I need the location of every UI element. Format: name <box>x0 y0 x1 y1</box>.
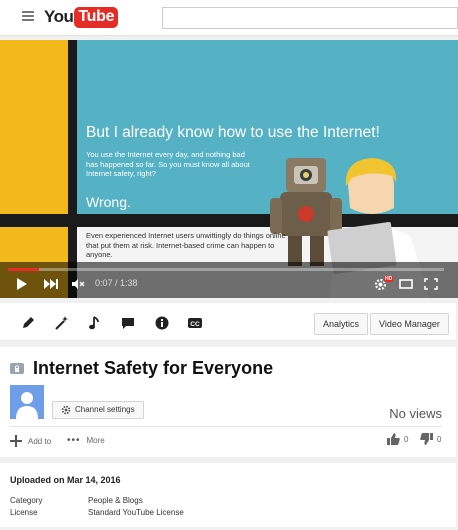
search-input[interactable] <box>162 7 458 29</box>
category-value[interactable]: People & Blogs <box>88 496 143 505</box>
more-dots-icon: ••• <box>67 435 81 446</box>
fullscreen-icon[interactable] <box>424 278 438 290</box>
more-button[interactable]: ••• More <box>67 435 105 446</box>
channel-settings-button[interactable]: Channel settings <box>52 401 144 419</box>
masthead: You Tube <box>0 0 458 36</box>
upload-date: Uploaded on Mar 14, 2016 <box>10 475 121 485</box>
plus-icon <box>10 435 22 447</box>
gear-icon <box>61 405 71 415</box>
pencil-icon[interactable] <box>20 315 36 331</box>
logo-tube-text: Tube <box>74 6 119 28</box>
license-label: License <box>10 508 38 517</box>
slide-heading: But I already know how to use the Intern… <box>86 124 380 141</box>
dislike-count: 0 <box>437 434 442 444</box>
logo-you-text: You <box>44 7 74 26</box>
dislike-button[interactable]: 0 <box>420 433 441 445</box>
yellow-panel-top <box>0 40 68 214</box>
divider <box>10 426 442 427</box>
like-count: 0 <box>404 434 409 444</box>
video-frame: But I already know how to use the Intern… <box>0 40 458 298</box>
video-player[interactable]: But I already know how to use the Intern… <box>0 40 458 298</box>
youtube-logo[interactable]: You Tube <box>44 6 119 28</box>
comment-icon[interactable] <box>120 315 136 331</box>
theater-mode-icon[interactable] <box>399 279 413 289</box>
slide-answer: Wrong. <box>86 194 131 210</box>
video-manager-button[interactable]: Video Manager <box>370 313 449 335</box>
guide-menu-icon[interactable] <box>22 11 34 21</box>
svg-text:CC: CC <box>190 321 200 328</box>
add-to-label: Add to <box>28 436 52 446</box>
view-count: No views <box>389 406 442 421</box>
analytics-button[interactable]: Analytics <box>314 313 369 335</box>
like-button[interactable]: 0 <box>387 433 408 445</box>
music-note-icon[interactable] <box>87 315 103 331</box>
license-value: Standard YouTube License <box>88 508 184 517</box>
slide-body: You use the Internet every day, and noth… <box>86 150 250 178</box>
more-label: More <box>86 436 105 445</box>
description-card: Uploaded on Mar 14, 2016 Category People… <box>0 463 456 527</box>
slide-footer: Even experienced Internet users unwittin… <box>86 231 286 259</box>
thumbs-up-icon <box>387 433 400 445</box>
privacy-lock-icon[interactable] <box>10 363 24 374</box>
time-display: 0:07 / 1:38 <box>95 278 138 288</box>
creator-toolbar: CC Analytics Video Manager <box>0 303 456 341</box>
video-title: Internet Safety for Everyone <box>33 358 274 378</box>
mute-icon[interactable] <box>72 279 86 289</box>
cc-icon[interactable]: CC <box>187 315 203 331</box>
progress-bar[interactable] <box>8 268 444 271</box>
thumbs-down-icon <box>420 433 433 445</box>
add-to-button[interactable]: Add to <box>10 435 51 447</box>
hd-badge: HD <box>384 276 394 282</box>
category-label: Category <box>10 496 43 505</box>
video-info-card: Internet Safety for Everyone Channel set… <box>0 347 456 457</box>
progress-fill <box>8 268 40 271</box>
magic-wand-icon[interactable] <box>53 315 69 331</box>
info-icon[interactable] <box>154 315 170 331</box>
next-icon[interactable] <box>44 279 58 289</box>
channel-avatar[interactable] <box>10 385 44 419</box>
channel-settings-label: Channel settings <box>75 405 135 414</box>
play-icon[interactable] <box>16 278 28 290</box>
